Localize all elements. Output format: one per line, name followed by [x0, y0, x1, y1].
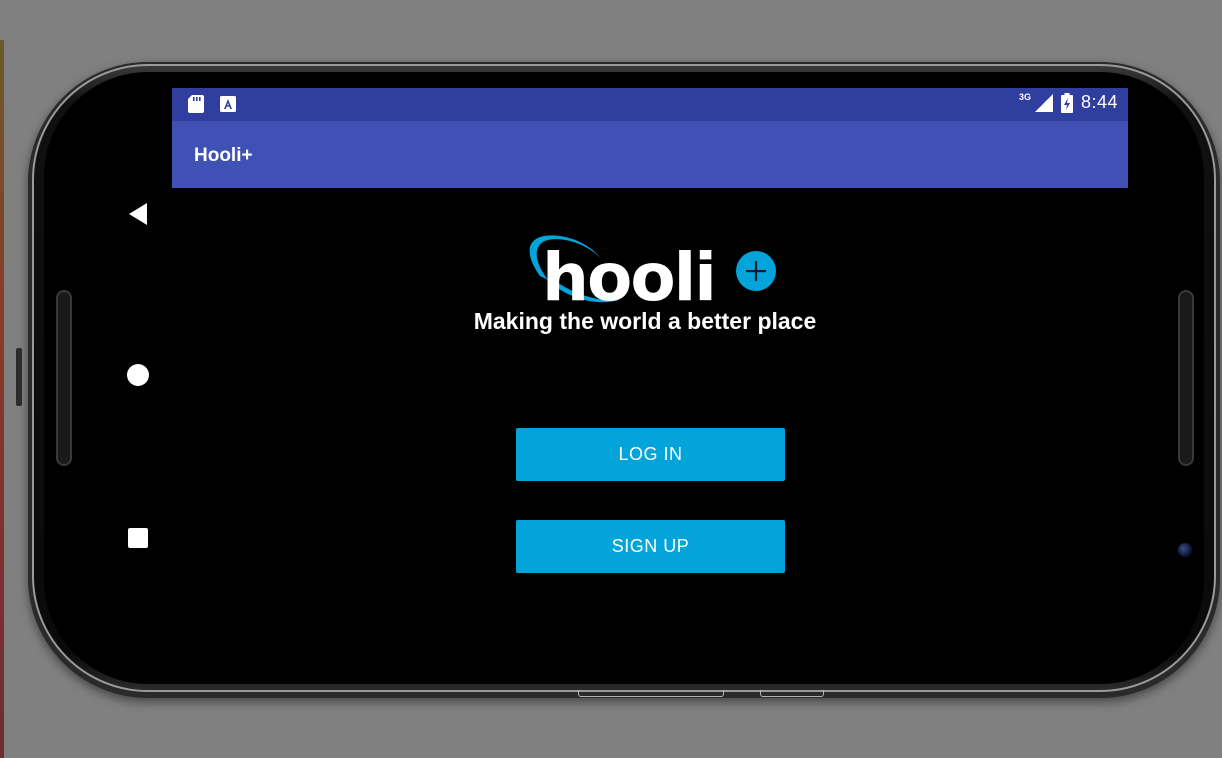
home-button[interactable] — [126, 363, 150, 387]
bottom-port-small — [760, 690, 824, 697]
emulator-window: 3G 8:44 Hooli+ hooli Making the world a … — [0, 0, 1222, 758]
speaker-grille-right — [1178, 290, 1194, 466]
home-icon — [127, 364, 149, 386]
app-bar: Hooli+ — [172, 121, 1128, 188]
recents-icon — [128, 528, 148, 548]
main-content: hooli Making the world a better place LO… — [172, 188, 1128, 667]
volume-button[interactable] — [16, 348, 22, 406]
front-camera — [1178, 543, 1192, 557]
desktop-background-strip — [0, 40, 4, 758]
signup-button[interactable]: SIGN UP — [516, 520, 785, 573]
notification-icons — [188, 95, 236, 113]
tagline: Making the world a better place — [473, 308, 817, 334]
system-status-icons: 3G 8:44 — [1019, 92, 1118, 113]
battery-charging-icon — [1060, 92, 1073, 113]
status-time: 8:44 — [1080, 92, 1118, 112]
back-icon — [129, 203, 147, 225]
speaker-grille-left — [56, 290, 72, 466]
network-type-label: 3G — [1018, 91, 1031, 102]
logo-wordmark: hooli — [542, 239, 715, 308]
login-button[interactable]: LOG IN — [516, 428, 785, 481]
sd-card-icon — [188, 95, 204, 113]
accessibility-app-icon — [220, 96, 236, 112]
bottom-port — [578, 690, 724, 697]
status-bar: 3G 8:44 — [172, 88, 1128, 121]
navigation-bar — [104, 188, 172, 667]
back-button[interactable] — [126, 202, 150, 226]
signal-icon — [1034, 93, 1053, 112]
app-title: Hooli+ — [194, 145, 253, 166]
recents-button[interactable] — [126, 526, 150, 550]
hooli-logo: hooli — [529, 235, 776, 308]
